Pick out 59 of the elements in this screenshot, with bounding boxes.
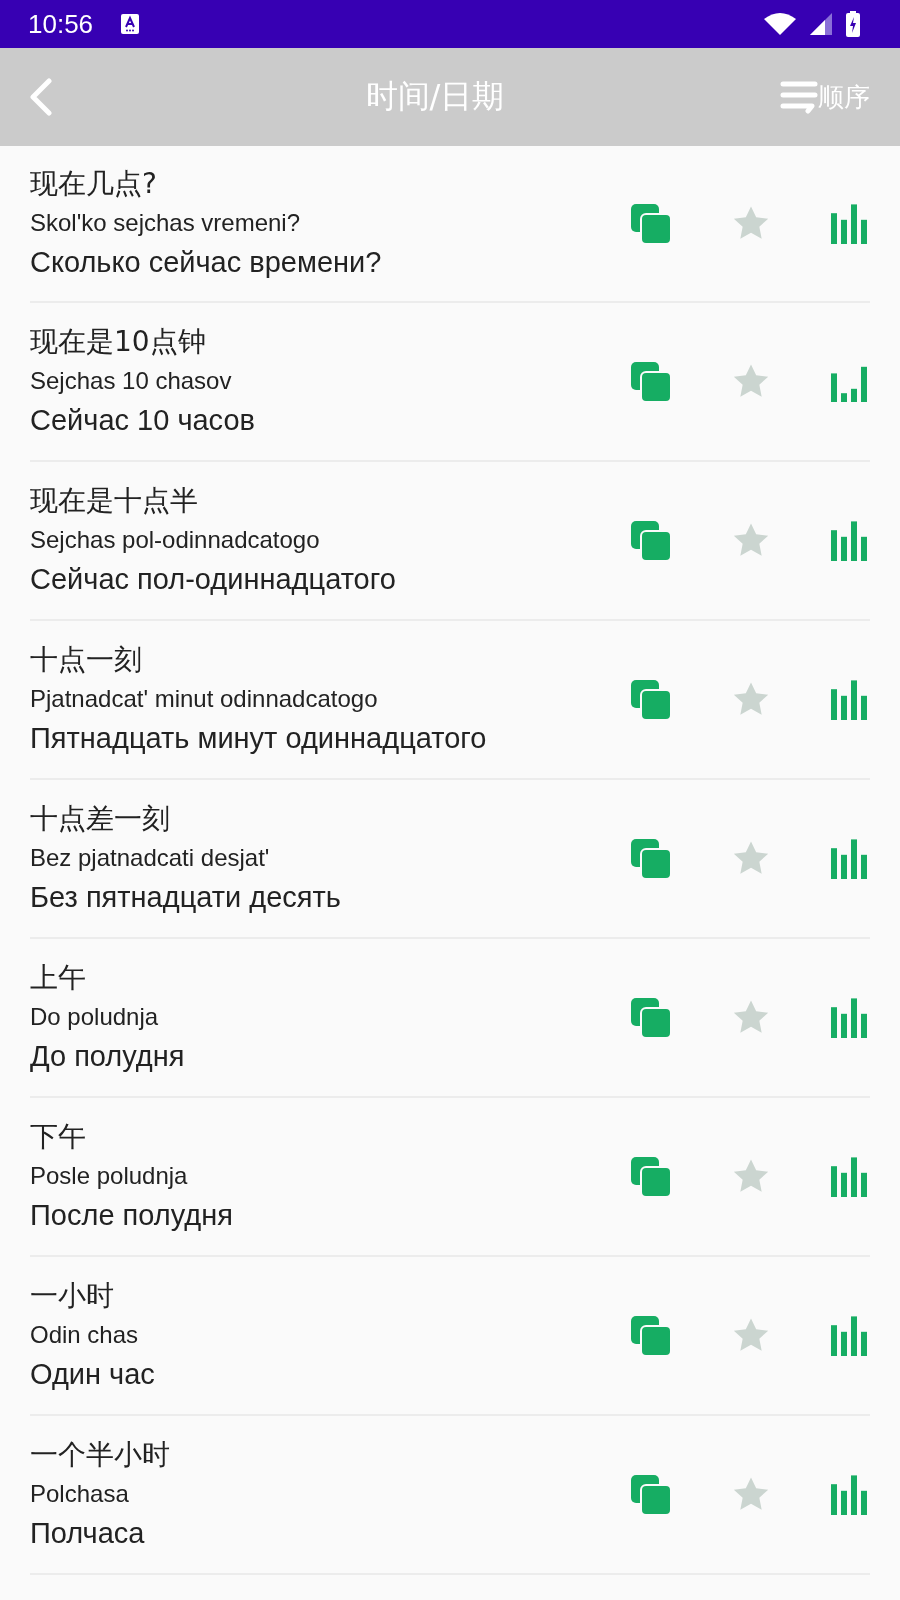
chinese-phrase: 下午: [30, 1119, 87, 1155]
bar-chart-icon[interactable]: [831, 679, 868, 720]
phrase-row[interactable]: 一小时 Odin chas Один час: [30, 1257, 870, 1416]
transliteration: Polchasa: [30, 1479, 130, 1509]
chinese-phrase: 十点一刻: [30, 642, 143, 678]
russian-phrase: Пятнадцать минут одиннадцатого: [30, 721, 488, 756]
phrase-row[interactable]: 十点一刻 Pjatnadcat' minut odinnadcatogo Пятнадцать минут одиннадцатого: [30, 621, 870, 780]
bar-chart-icon[interactable]: [831, 1474, 868, 1515]
bar-chart-icon[interactable]: [831, 997, 868, 1038]
copy-icon[interactable]: [631, 203, 671, 244]
russian-phrase: До полудня: [30, 1039, 186, 1074]
chinese-phrase: 一小时: [30, 1278, 115, 1314]
notification-icon: [121, 14, 140, 34]
phrase-row[interactable]: 下午 Posle poludnja После полудня: [30, 1098, 870, 1257]
copy-icon[interactable]: [631, 1315, 671, 1356]
chinese-phrase: 一个半小时: [30, 1437, 171, 1473]
phrase-row[interactable]: 十点差一刻 Bez pjatnadcati desjat' Без пятнадцати десять: [30, 780, 870, 939]
phrase-row[interactable]: 现在是十点半 Sejchas pol-odinnadcatogo Сейчас пол-одиннадцатого: [30, 462, 870, 621]
bar-chart-icon[interactable]: [831, 1315, 868, 1356]
chinese-phrase: 现在几点?: [30, 166, 158, 202]
chinese-phrase: 现在是十点半: [30, 483, 199, 519]
wifi-icon: [764, 13, 796, 35]
copy-icon[interactable]: [631, 1156, 671, 1197]
transliteration: Pjatnadcat' minut odinnadcatogo: [30, 684, 379, 714]
copy-icon[interactable]: [631, 838, 671, 879]
transliteration: Sejchas 10 chasov: [30, 366, 233, 396]
chinese-phrase: 上午: [30, 960, 87, 996]
copy-icon[interactable]: [631, 997, 671, 1038]
transliteration: Skol'ko sejchas vremeni?: [30, 208, 302, 238]
russian-phrase: Полчаса: [30, 1516, 146, 1551]
copy-icon[interactable]: [631, 361, 671, 402]
battery-icon: [846, 11, 860, 37]
chinese-phrase: 现在是10点钟: [30, 324, 207, 360]
transliteration: Do poludnja: [30, 1002, 160, 1032]
phrase-row[interactable]: 现在几点? Skol'ko sejchas vremeni? Сколько сейчас времени?: [30, 146, 870, 303]
bar-chart-icon[interactable]: [831, 1156, 868, 1197]
back-button[interactable]: [28, 78, 54, 116]
bar-chart-icon[interactable]: [831, 520, 868, 561]
russian-phrase: Один час: [30, 1357, 156, 1392]
signal-icon: [810, 13, 832, 35]
copy-icon[interactable]: [631, 1474, 671, 1515]
transliteration: Sejchas pol-odinnadcatogo: [30, 525, 321, 555]
russian-phrase: Сколько сейчас времени?: [30, 245, 383, 280]
phrase-row[interactable]: 现在是10点钟 Sejchas 10 chasov Сейчас 10 часов: [30, 303, 870, 462]
copy-icon[interactable]: [631, 679, 671, 720]
transliteration: Odin chas: [30, 1320, 140, 1350]
russian-phrase: Без пятнадцати десять: [30, 880, 342, 915]
russian-phrase: Сейчас пол-одиннадцатого: [30, 562, 397, 597]
russian-phrase: После полудня: [30, 1198, 234, 1233]
phrase-row[interactable]: 上午 Do poludnja До полудня: [30, 939, 870, 1098]
russian-phrase: Сейчас 10 часов: [30, 403, 256, 438]
transliteration: Posle poludnja: [30, 1161, 189, 1191]
status-time: 10:56: [28, 8, 94, 40]
phrase-row[interactable]: 一个半小时 Polchasa Полчаса: [30, 1416, 870, 1575]
bar-chart-icon[interactable]: [831, 838, 868, 879]
transliteration: Bez pjatnadcati desjat': [30, 843, 271, 873]
copy-icon[interactable]: [631, 520, 671, 561]
chinese-phrase: 十点差一刻: [30, 801, 171, 837]
bar-chart-icon[interactable]: [831, 203, 868, 244]
